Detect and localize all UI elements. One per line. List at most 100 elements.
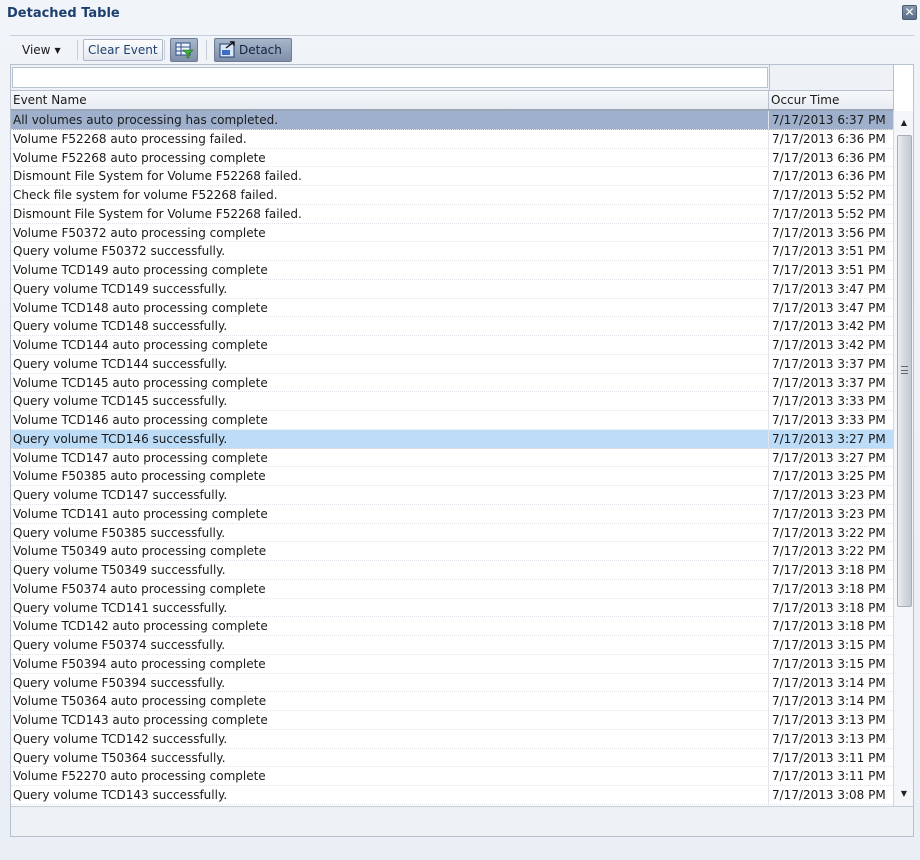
occur-time-cell: 7/17/2013 3:15 PM xyxy=(772,656,886,671)
table-row[interactable]: Volume TCD147 auto processing complete 7/… xyxy=(11,448,893,468)
table-row[interactable]: Volume TCD145 auto processing complete 7/… xyxy=(11,373,893,393)
table-row[interactable]: Volume F50394 auto processing complete 7/… xyxy=(11,654,893,674)
event-name-cell: Query volume TCD148 successfully. xyxy=(11,317,769,335)
table-row[interactable]: Volume TCD146 auto processing complete 7/… xyxy=(11,411,893,430)
table-row[interactable]: Query volume TCD146 successfully. 7/17/20… xyxy=(11,429,893,449)
event-name-cell: Query volume TCD147 successfully. xyxy=(11,486,769,504)
table-row[interactable]: Query volume TCD143 successfully. 7/17/20… xyxy=(11,786,893,805)
table-row[interactable]: Query volume T50349 successfully. 7/17/20… xyxy=(11,561,893,580)
scrollbar-thumb[interactable] xyxy=(897,135,912,607)
table-row[interactable]: Query volume F50394 successfully. 7/17/20… xyxy=(11,673,893,693)
table-row[interactable]: Query volume TCD144 successfully. 7/17/20… xyxy=(11,354,893,374)
occur-time-cell: 7/17/2013 3:18 PM xyxy=(772,619,886,634)
occur-time-cell: 7/17/2013 3:47 PM xyxy=(772,281,886,296)
event-name-cell: Query volume F50374 successfully. xyxy=(11,636,769,654)
table-row[interactable]: Volume F50372 auto processing complete 7/… xyxy=(11,223,893,243)
event-name-cell: Volume F50394 auto processing complete xyxy=(11,654,769,673)
table-row[interactable]: Query volume TCD142 successfully. 7/17/20… xyxy=(11,729,893,749)
table-row[interactable]: Volume TCD142 auto processing complete 7/… xyxy=(11,617,893,636)
event-name-cell: Query volume TCD141 successfully. xyxy=(11,598,769,617)
occur-time-cell: 7/17/2013 6:37 PM xyxy=(772,113,886,127)
table-row[interactable]: Query volume TCD141 successfully. 7/17/20… xyxy=(11,598,893,618)
event-name-cell: Query volume T50349 successfully. xyxy=(11,561,769,579)
table-row[interactable]: Query volume TCD145 successfully. 7/17/20… xyxy=(11,392,893,411)
table-row[interactable]: Volume TCD149 auto processing complete 7/… xyxy=(11,261,893,280)
occur-time-cell: 7/17/2013 3:37 PM xyxy=(772,375,886,390)
occur-time-cell: 7/17/2013 3:13 PM xyxy=(772,731,886,746)
occur-time-cell: 7/17/2013 3:56 PM xyxy=(772,225,886,240)
occur-time-cell: 7/17/2013 3:33 PM xyxy=(772,394,886,409)
scroll-down-arrow-icon[interactable]: ▼ xyxy=(896,784,912,804)
event-name-cell: Volume F52270 auto processing complete xyxy=(11,767,769,785)
event-name-cell: Volume TCD144 auto processing complete xyxy=(11,336,769,354)
column-header-event-name[interactable]: Event Name xyxy=(11,91,769,109)
detach-button[interactable]: Detach xyxy=(214,38,292,62)
table-row[interactable]: Query volume F50374 successfully. 7/17/20… xyxy=(11,636,893,655)
table-row[interactable]: Query volume TCD149 successfully. 7/17/20… xyxy=(11,279,893,299)
occur-time-filter-cell xyxy=(769,65,770,91)
table-row[interactable]: Volume T50349 auto processing complete 7/… xyxy=(11,542,893,561)
vertical-scrollbar[interactable]: ▲ ▼ xyxy=(893,111,913,806)
table-row[interactable]: Volume TCD148 auto processing complete 7/… xyxy=(11,298,893,318)
table-header: Event Name Occur Time xyxy=(11,91,893,111)
table-row[interactable]: Volume TCD144 auto processing complete 7/… xyxy=(11,336,893,355)
event-name-cell: Volume TCD148 auto processing complete xyxy=(11,298,769,317)
event-name-cell: Volume TCD149 auto processing complete xyxy=(11,261,769,279)
occur-time-cell: 7/17/2013 3:14 PM xyxy=(772,694,886,709)
query-by-example-button[interactable] xyxy=(170,38,198,62)
table-row[interactable]: Query volume F50385 successfully. 7/17/20… xyxy=(11,523,893,543)
table-row[interactable]: Query volume TCD148 successfully. 7/17/20… xyxy=(11,317,893,336)
event-name-cell: Volume TCD147 auto processing complete xyxy=(11,448,769,467)
event-name-cell: Volume TCD146 auto processing complete xyxy=(11,411,769,429)
table-row[interactable]: Volume F52268 auto processing complete 7/… xyxy=(11,148,893,168)
table-row[interactable]: Volume T50364 auto processing complete 7/… xyxy=(11,692,893,711)
filter-row xyxy=(11,65,893,91)
event-name-cell: Check file system for volume F52268 fail… xyxy=(11,186,769,204)
detach-label: Detach xyxy=(239,43,282,57)
toolbar: View ▼ Clear Event Detach xyxy=(10,37,310,63)
event-name-filter-input[interactable] xyxy=(12,67,768,88)
occur-time-cell: 7/17/2013 3:33 PM xyxy=(772,413,886,427)
toolbar-separator xyxy=(164,40,165,60)
occur-time-cell: 7/17/2013 3:11 PM xyxy=(772,750,886,765)
table-row[interactable]: Volume F52270 auto processing complete 7/… xyxy=(11,767,893,786)
event-name-cell: Volume T50349 auto processing complete xyxy=(11,542,769,560)
table-row[interactable]: Query volume TCD147 successfully. 7/17/20… xyxy=(11,486,893,505)
occur-time-cell: 7/17/2013 3:18 PM xyxy=(772,581,886,596)
event-name-cell: Query volume TCD146 successfully. xyxy=(11,429,769,448)
occur-time-cell: 7/17/2013 3:27 PM xyxy=(772,431,886,446)
toolbar-separator xyxy=(206,40,207,60)
occur-time-cell: 7/17/2013 3:37 PM xyxy=(772,356,886,371)
occur-time-cell: 7/17/2013 6:36 PM xyxy=(772,169,886,184)
table-row[interactable]: Volume F50374 auto processing complete 7/… xyxy=(11,579,893,599)
grip-icon xyxy=(901,366,908,374)
chevron-down-icon: ▼ xyxy=(54,46,61,55)
table-row[interactable]: Volume TCD143 auto processing complete 7/… xyxy=(11,711,893,730)
table-row[interactable]: Query volume T50364 successfully. 7/17/20… xyxy=(11,748,893,768)
table-row[interactable]: All volumes auto processing has complete… xyxy=(11,111,893,130)
clear-event-button[interactable]: Clear Event xyxy=(83,39,163,61)
event-name-cell: Query volume F50394 successfully. xyxy=(11,673,769,692)
table-row[interactable]: Volume TCD141 auto processing complete 7/… xyxy=(11,504,893,524)
event-name-cell: Volume TCD143 auto processing complete xyxy=(11,711,769,729)
table-row[interactable]: Check file system for volume F52268 fail… xyxy=(11,186,893,205)
title-divider xyxy=(10,35,914,36)
table-row[interactable]: Dismount File System for Volume F52268 f… xyxy=(11,167,893,186)
event-name-cell: Query volume TCD142 successfully. xyxy=(11,729,769,748)
table-row[interactable]: Dismount File System for Volume F52268 f… xyxy=(11,204,893,224)
detach-icon xyxy=(219,41,235,58)
occur-time-cell: 7/17/2013 3:14 PM xyxy=(772,675,886,690)
table-body: All volumes auto processing has complete… xyxy=(11,111,893,806)
close-button[interactable]: ✕ xyxy=(902,5,917,20)
event-name-cell: Dismount File System for Volume F52268 f… xyxy=(11,167,769,185)
scroll-up-arrow-icon[interactable]: ▲ xyxy=(896,113,912,133)
table-row[interactable]: Volume F52268 auto processing failed. 7/1… xyxy=(11,129,893,149)
table-row[interactable]: Volume F50385 auto processing complete 7/… xyxy=(11,467,893,486)
occur-time-cell: 7/17/2013 3:22 PM xyxy=(772,544,886,559)
view-menu-button[interactable]: View ▼ xyxy=(16,40,67,60)
column-header-occur-time[interactable]: Occur Time xyxy=(769,91,893,109)
event-name-cell: Query volume TCD149 successfully. xyxy=(11,279,769,298)
table-row[interactable]: Query volume F50372 successfully. 7/17/20… xyxy=(11,242,893,261)
event-name-cell: Query volume TCD144 successfully. xyxy=(11,354,769,373)
occur-time-cell: 7/17/2013 3:18 PM xyxy=(772,563,886,577)
